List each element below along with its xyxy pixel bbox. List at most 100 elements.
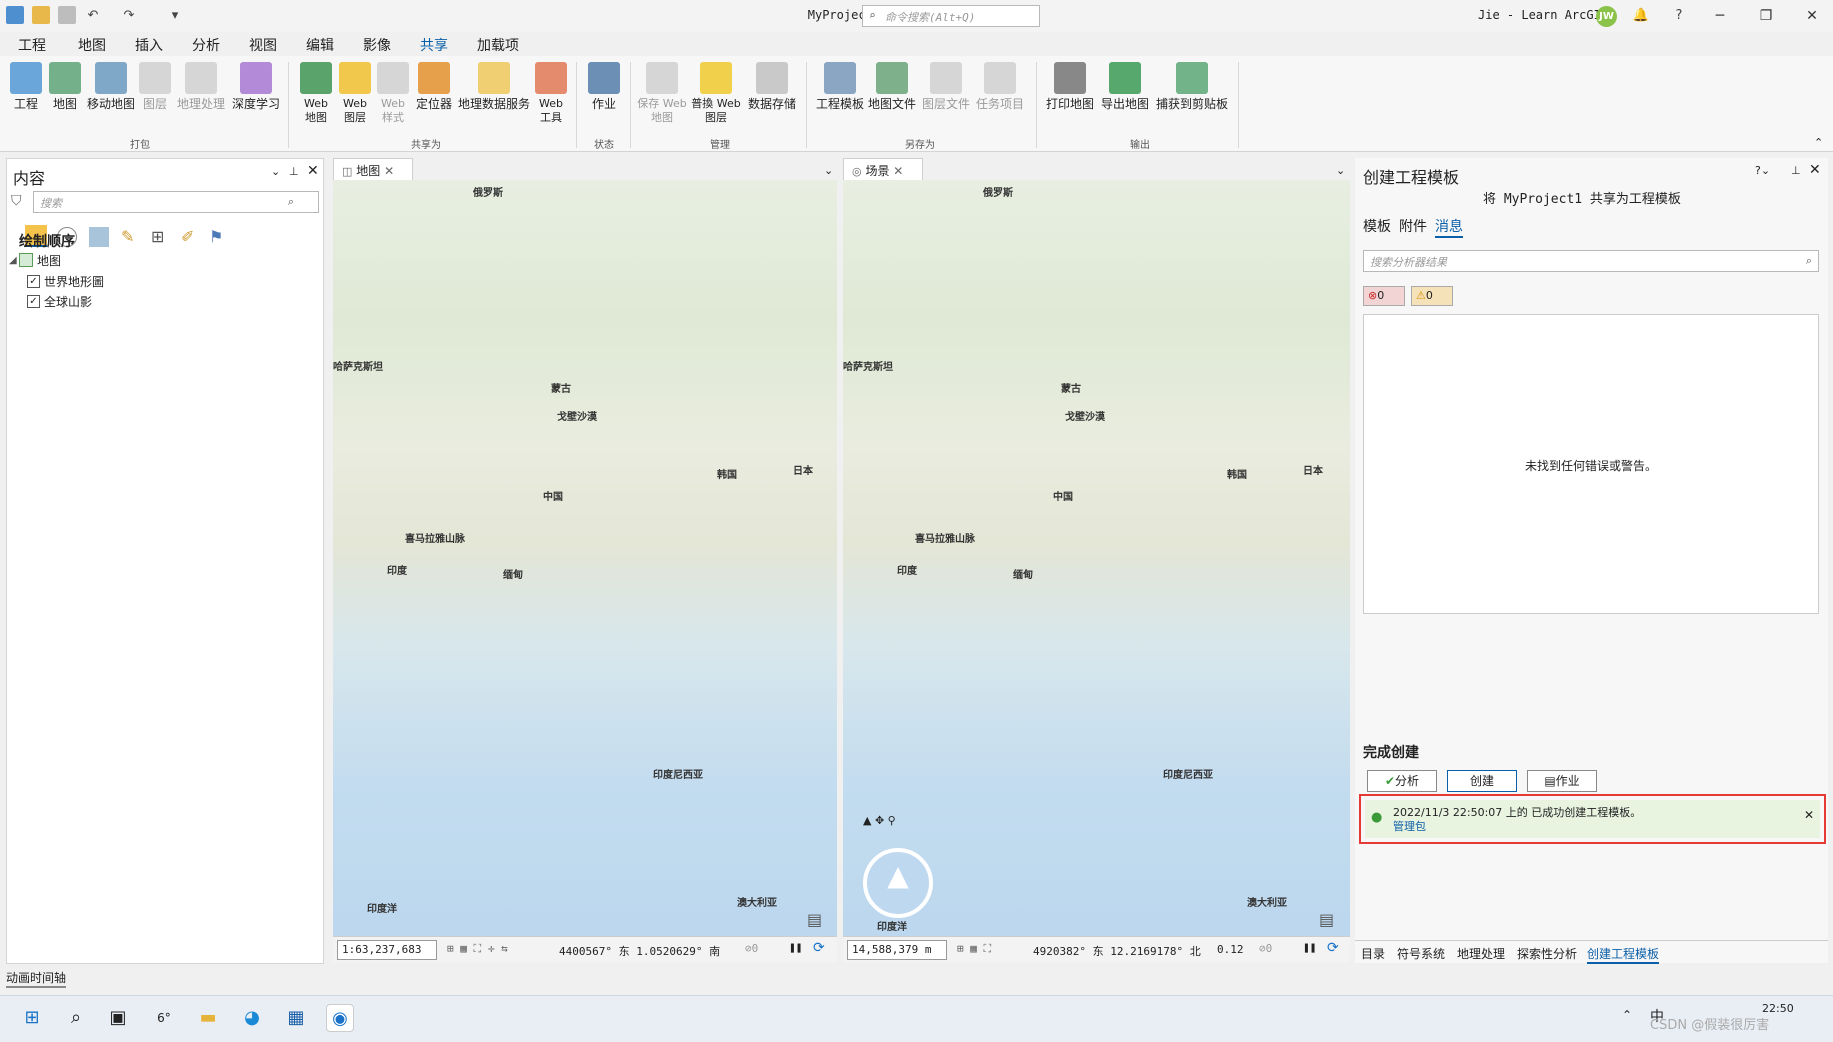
tab-symbology[interactable]: 符号系统 — [1397, 945, 1445, 962]
undo-icon[interactable]: ↶ — [84, 7, 102, 25]
tab-insert[interactable]: 插入 — [135, 35, 163, 55]
tab-geoprocessing[interactable]: 地理处理 — [1457, 945, 1505, 962]
tab-create-template[interactable]: 创建工程模板 — [1587, 945, 1660, 964]
tab-analysis[interactable]: 分析 — [192, 35, 220, 55]
status-tools-icon[interactable]: ⊞ ▦ ⛶ — [957, 942, 991, 956]
customize-icon[interactable]: ▾ — [166, 7, 184, 25]
legend-icon[interactable]: ▤ — [807, 910, 822, 929]
tab-catalog[interactable]: 目录 — [1361, 945, 1385, 962]
print-map-button[interactable]: 打印地图 — [1044, 62, 1096, 111]
status-tools-icon[interactable]: ⊞ ▦ ⛶ ✛ ⇆ — [447, 942, 508, 956]
map-view[interactable]: 俄罗斯 蒙古 戈壁沙漠 中国 喜马拉雅山脉 印度 缅甸 韩国 日本 印度尼西亚 … — [333, 180, 837, 936]
minimize-button[interactable]: ─ — [1702, 4, 1738, 28]
legend-icon[interactable]: ▤ — [1319, 910, 1334, 929]
compass-navigator-icon[interactable]: ▲ — [863, 848, 933, 918]
redo-icon[interactable]: ↷ — [120, 7, 138, 25]
task-view-icon[interactable]: ▣ — [104, 1004, 132, 1032]
tab-map[interactable]: 地图 — [78, 35, 106, 55]
tab-view[interactable]: 视图 — [249, 35, 277, 55]
close-icon[interactable]: ✕ — [1809, 162, 1821, 178]
store-icon[interactable]: ▦ — [282, 1004, 310, 1032]
layer-checkbox[interactable]: ✓ — [27, 275, 40, 288]
web-map-button[interactable]: Web 地图 — [296, 62, 336, 125]
error-filter-button[interactable]: ⊗0 — [1363, 286, 1405, 306]
overwrite-web-layer-button[interactable]: 普換 Web 图层 — [690, 62, 742, 125]
pin-icon[interactable]: ⊥ — [289, 165, 299, 178]
project-template-button[interactable]: 工程模板 — [814, 62, 866, 111]
close-tab-icon[interactable]: ✕ — [384, 164, 394, 178]
jobs-button[interactable]: 作业 — [584, 62, 624, 111]
export-map-button[interactable]: 导出地图 — [1098, 62, 1152, 111]
tab-share[interactable]: 共享 — [420, 35, 448, 58]
task-item-button[interactable]: 任务项目 — [974, 62, 1026, 111]
notification-icon[interactable]: 🔔 — [1632, 7, 1650, 25]
jobs-button[interactable]: ▤作业 — [1527, 770, 1597, 792]
edge-browser-icon[interactable]: ◕ — [238, 1004, 266, 1032]
tab-project[interactable]: 工程 — [18, 35, 46, 55]
package-map-button[interactable]: 地图 — [48, 62, 82, 111]
web-style-button[interactable]: Web 样式 — [374, 62, 412, 125]
web-layer-button[interactable]: Web 图层 — [336, 62, 374, 125]
user-name[interactable]: Jie - Learn ArcGIS — [1478, 8, 1608, 22]
nav-controls-icon[interactable]: ▲ ✥ ⚲ — [863, 814, 896, 827]
tab-imagery[interactable]: 影像 — [363, 35, 391, 55]
pause-icon[interactable]: ❚❚ — [1303, 941, 1316, 954]
layer-file-button[interactable]: 图层文件 — [920, 62, 972, 111]
selection-icon[interactable] — [89, 227, 109, 247]
view-menu-icon[interactable]: ⌄ — [1336, 164, 1345, 177]
labeling-icon[interactable]: ✐ — [181, 227, 194, 246]
dismiss-icon[interactable]: ✕ — [1804, 808, 1814, 822]
pause-icon[interactable]: ❚❚ — [789, 941, 802, 954]
data-store-button[interactable]: 数据存储 — [744, 62, 800, 111]
analyzer-search-input[interactable]: 搜索分析器结果 ⌕ — [1363, 250, 1819, 272]
expand-arrow-icon[interactable]: ◢ — [9, 255, 17, 266]
save-web-map-button[interactable]: 保存 Web 地图 — [636, 62, 688, 125]
maximize-button[interactable]: ❐ — [1748, 4, 1784, 28]
open-icon[interactable] — [32, 6, 50, 24]
mobile-map-button[interactable]: 移动地图 — [84, 62, 138, 111]
refresh-icon[interactable]: ⟳ — [813, 940, 825, 956]
package-project-button[interactable]: 工程 — [6, 62, 46, 111]
tray-chevron-icon[interactable]: ⌃ — [1622, 1008, 1632, 1022]
deep-learning-button[interactable]: 深度学习 — [230, 62, 282, 111]
create-button[interactable]: 创建 — [1447, 770, 1517, 792]
contents-search-input[interactable]: 搜索 ⌕ — [33, 191, 319, 213]
filter-icon[interactable]: ⛉ — [11, 193, 22, 209]
geoprocessing-package-button[interactable]: 地理处理 — [174, 62, 228, 111]
manage-packages-link[interactable]: 管理包 — [1393, 818, 1426, 834]
tab-template[interactable]: 模板 — [1363, 216, 1391, 236]
refresh-icon[interactable]: ⟳ — [1327, 940, 1339, 956]
editing-icon[interactable]: ✎ — [121, 227, 134, 246]
tab-map-view[interactable]: ◫ 地图 ✕ — [333, 158, 413, 180]
close-icon[interactable]: ✕ — [307, 163, 319, 179]
pane-menu-icon[interactable]: ⌄ — [271, 165, 280, 178]
windows-start-icon[interactable]: ⊞ — [18, 1004, 46, 1032]
arcgis-pro-taskbar-icon[interactable]: ◉ — [326, 1004, 354, 1032]
weather-icon[interactable]: 6° — [150, 1004, 178, 1032]
geodata-service-button[interactable]: 地理数据服务 — [456, 62, 532, 111]
warning-filter-button[interactable]: ⚠0 — [1411, 286, 1453, 306]
tab-attachments[interactable]: 附件 — [1399, 216, 1427, 236]
collapse-ribbon-icon[interactable]: ⌃ — [1814, 136, 1823, 149]
tab-messages[interactable]: 消息 — [1435, 216, 1463, 238]
search-icon[interactable]: ⌕ — [62, 1004, 90, 1032]
close-tab-icon[interactable]: ✕ — [893, 164, 903, 178]
layer-world-topo[interactable]: 世界地形圖 — [44, 273, 104, 290]
map-node[interactable]: 地图 — [37, 252, 61, 269]
view-menu-icon[interactable]: ⌄ — [824, 164, 833, 177]
locator-button[interactable]: 定位器 — [412, 62, 456, 111]
close-button[interactable]: ✕ — [1794, 4, 1830, 28]
perspective-icon[interactable]: ⚑ — [209, 227, 223, 246]
capture-clipboard-button[interactable]: 捕获到剪贴板 — [1154, 62, 1230, 111]
command-search-input[interactable]: ⌕ 命令搜索(Alt+Q) — [862, 5, 1040, 27]
file-explorer-icon[interactable]: ▬ — [194, 1004, 222, 1032]
snapping-icon[interactable]: ⊞ — [151, 227, 164, 246]
tab-animation-timeline[interactable]: 动画时间轴 — [6, 969, 67, 988]
scale-selector[interactable]: 1:63,237,683 — [337, 940, 437, 960]
layer-checkbox[interactable]: ✓ — [27, 295, 40, 308]
help-icon[interactable]: ? — [1670, 7, 1688, 25]
tab-addins[interactable]: 加载项 — [477, 35, 519, 55]
tab-exploratory[interactable]: 探索性分析 — [1517, 945, 1577, 962]
scene-view[interactable]: 俄罗斯 蒙古 戈壁沙漠 中国 喜马拉雅山脉 印度 缅甸 韩国 日本 印度尼西亚 … — [843, 180, 1350, 936]
tab-scene-view[interactable]: ◎ 场景 ✕ — [843, 158, 923, 180]
